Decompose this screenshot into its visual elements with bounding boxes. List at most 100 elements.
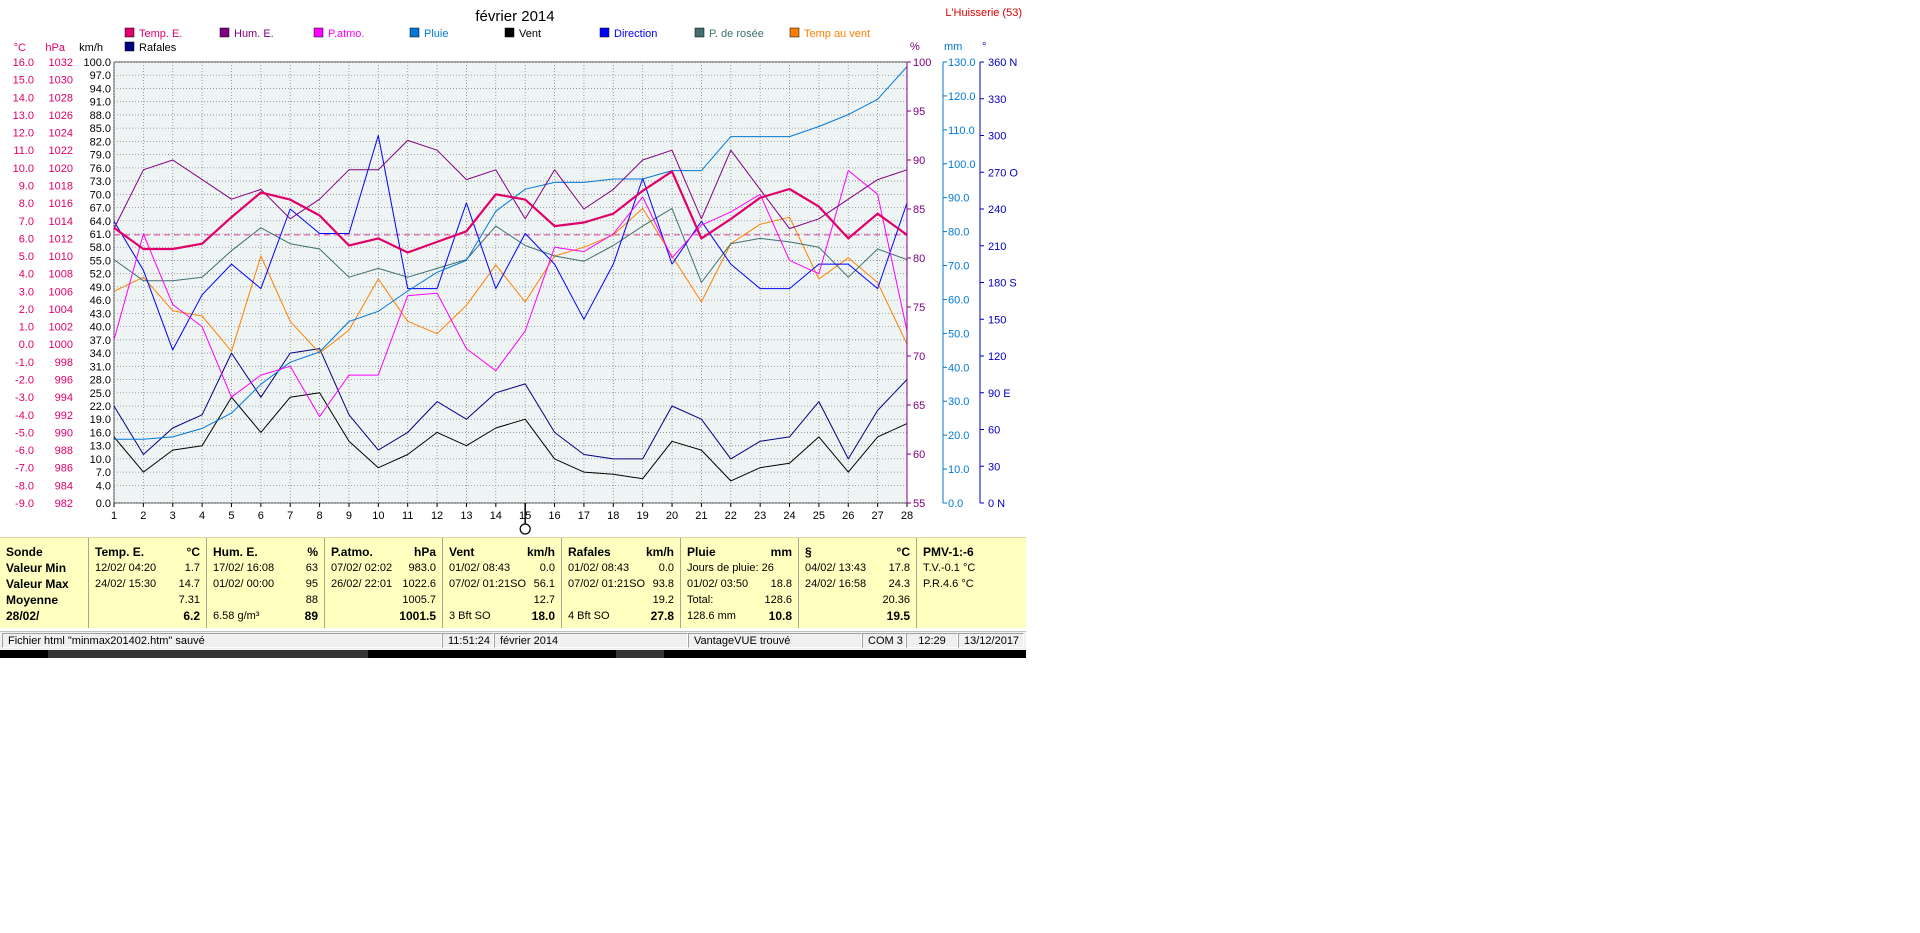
legend-label: Vent	[519, 28, 541, 40]
status-time: 11:51:24	[442, 633, 494, 648]
legend-swatch	[599, 27, 610, 38]
min-when: 01/02/ 08:43	[568, 562, 630, 574]
right-tick-label: 100	[913, 57, 931, 69]
stats-title: Vent	[449, 545, 475, 559]
left-tick-label: 1010	[49, 251, 73, 263]
left-tick-label: 1016	[49, 198, 73, 210]
current-value: 19.5	[886, 609, 910, 623]
left-tick-label: 14.0	[13, 92, 34, 104]
current-value: 27.8	[650, 609, 674, 623]
current-value: 6.2	[183, 609, 200, 623]
chart-title: février 2014	[475, 8, 554, 25]
left-tick-label: -6.0	[15, 445, 34, 457]
avg-value: 19.2	[652, 594, 674, 606]
right-tick-label: 120.0	[948, 91, 976, 103]
left-tick-label: 52.0	[90, 269, 111, 281]
left-tick-label: 37.0	[90, 335, 111, 347]
stats-col-rafales: Rafales km/h 01/02/ 08:43 0.0 07/02/ 01:…	[562, 538, 681, 628]
right-tick-label: 90 E	[988, 388, 1011, 400]
legend-label: P.atmo.	[328, 28, 365, 40]
left-tick-label: 16.0	[90, 427, 111, 439]
x-tick-label: 1	[111, 510, 117, 522]
left-tick-label: 88.0	[90, 110, 111, 122]
extra-value: 4 Bft SO	[568, 610, 610, 622]
x-tick-label: 28	[901, 510, 913, 522]
right-tick-label: 10.0	[948, 464, 969, 476]
right-tick-label: 360 N	[988, 57, 1017, 69]
left-tick-label: -3.0	[15, 392, 34, 404]
stats-col-pluie: Pluie mm Jours de pluie: 26 01/02/ 03:50…	[681, 538, 799, 628]
stats-title: Pluie	[687, 545, 716, 559]
left-tick-label: 85.0	[90, 123, 111, 135]
left-tick-label: -2.0	[15, 375, 34, 387]
min-when: 12/02/ 04:20	[95, 562, 157, 574]
weather-chart: 16.015.014.013.012.011.010.09.08.07.06.0…	[0, 0, 1026, 537]
right-tick-label: 0 N	[988, 498, 1005, 510]
right-tick-label: 30.0	[948, 396, 969, 408]
left-tick-label: 61.0	[90, 229, 111, 241]
x-tick-label: 2	[140, 510, 146, 522]
left-tick-label: 986	[55, 463, 73, 475]
left-tick-label: 11.0	[13, 145, 34, 157]
max-value: 24.3	[888, 578, 910, 590]
min-value: 0.0	[539, 562, 555, 574]
left-tick-label: 996	[55, 375, 73, 387]
max-when: 01/02/ 03:50	[687, 578, 749, 590]
left-tick-label: 13.0	[90, 441, 111, 453]
left-tick-label: 46.0	[90, 295, 111, 307]
left-tick-label: 1028	[49, 92, 73, 104]
left-tick-label: 1014	[49, 216, 73, 228]
right-tick-label: 20.0	[948, 430, 969, 442]
left-tick-label: 3.0	[19, 286, 34, 298]
right-tick-label: 300	[988, 131, 1006, 143]
row-label-current: 28/02/	[6, 609, 40, 623]
left-axis-label: hPa	[45, 42, 65, 54]
row-label-avg: Moyenne	[6, 593, 59, 607]
right-tick-label: 80	[913, 253, 925, 265]
stats-panel: Sonde Valeur Min Valeur Max Moyenne 28/0…	[0, 537, 1026, 628]
extra-value: 128.6 mm	[687, 610, 736, 622]
x-tick-label: 26	[842, 510, 854, 522]
left-tick-label: 15.0	[13, 75, 34, 87]
left-tick-label: 76.0	[90, 163, 111, 175]
max-value: 14.7	[178, 578, 200, 590]
left-tick-label: 1006	[49, 286, 73, 298]
right-tick-label: 90.0	[948, 193, 969, 205]
left-tick-label: 8.0	[19, 198, 34, 210]
stats-title: PMV-1:-6	[923, 545, 974, 559]
right-tick-label: 55	[913, 498, 925, 510]
status-date: 13/12/2017	[958, 633, 1024, 648]
current-value: 18.0	[531, 609, 555, 623]
min-value: 1.7	[184, 562, 200, 574]
left-tick-label: 82.0	[90, 136, 111, 148]
legend-swatch	[219, 27, 230, 38]
row-label-max: Valeur Max	[6, 577, 69, 591]
right-tick-label: 330	[988, 94, 1006, 106]
right-tick-label: 75	[913, 302, 925, 314]
left-tick-label: 7.0	[19, 216, 34, 228]
max-when: 07/02/ 01:21SO	[449, 578, 527, 590]
x-tick-label: 25	[813, 510, 825, 522]
status-clock: 12:29	[906, 633, 958, 648]
left-tick-label: 28.0	[90, 375, 111, 387]
left-tick-label: 2.0	[19, 304, 34, 316]
avg-value: 88	[305, 594, 318, 606]
legend-swatch	[694, 27, 705, 38]
left-tick-label: 58.0	[90, 242, 111, 254]
max-when: 26/02/ 22:01	[331, 578, 393, 590]
max-value: 56.1	[533, 578, 555, 590]
stats-unit: °C	[896, 545, 910, 559]
legend-swatch	[504, 27, 515, 38]
weather-window: 16.0 15.0 14.0 13.0 12.0 11.0 10.0 9.0 8.0 7.0 6.0…	[0, 0, 1026, 662]
left-tick-label: -8.0	[15, 480, 34, 492]
left-tick-label: 79.0	[90, 150, 111, 162]
x-tick-label: 23	[754, 510, 766, 522]
x-tick-label: 8	[317, 510, 323, 522]
left-tick-label: 73.0	[90, 176, 111, 188]
total-label: Total:	[687, 594, 714, 606]
legend-label: Direction	[614, 28, 657, 40]
left-tick-label: 1024	[49, 128, 73, 140]
x-tick-label: 5	[228, 510, 234, 522]
left-tick-label: 10.0	[90, 454, 111, 466]
left-tick-label: 990	[55, 427, 73, 439]
